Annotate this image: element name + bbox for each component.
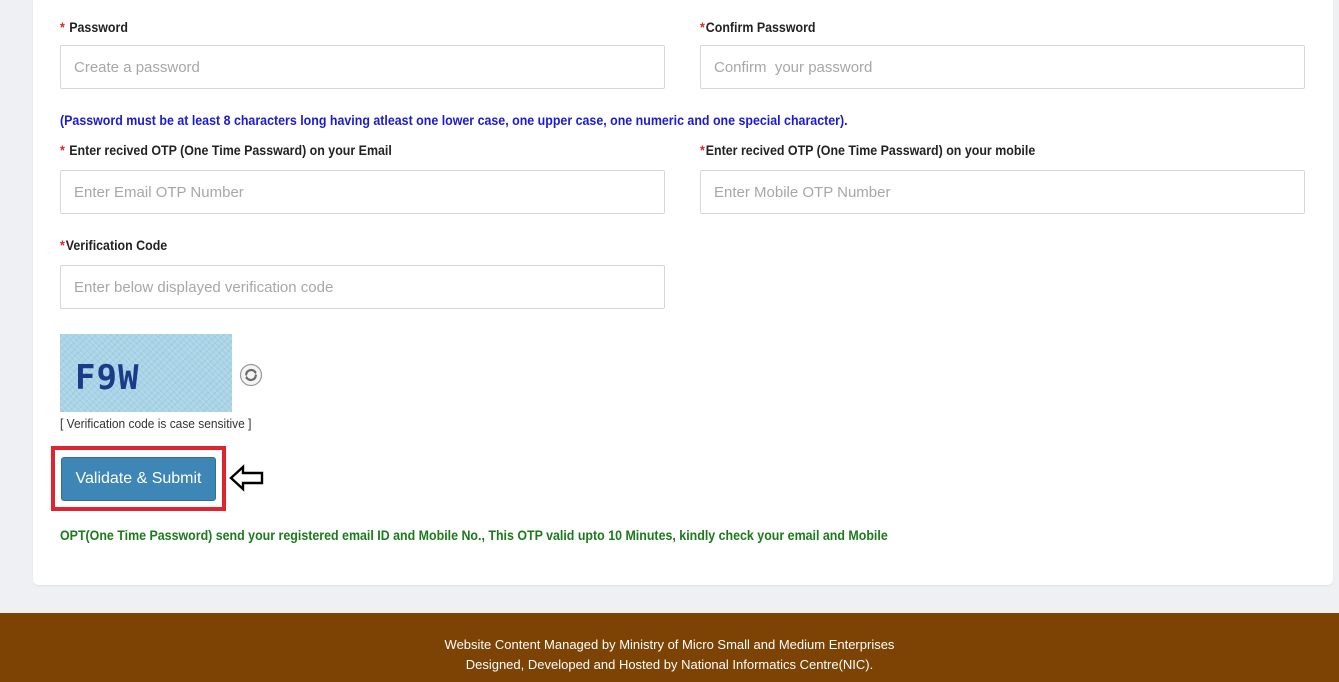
required-mark: * xyxy=(700,143,705,158)
required-mark: * xyxy=(60,238,65,253)
email-otp-label: * Enter recived OTP (One Time Passward) … xyxy=(60,143,392,158)
verification-code-input[interactable] xyxy=(60,265,665,309)
confirm-password-label: *Confirm Password xyxy=(700,20,816,35)
validate-submit-button[interactable]: Validate & Submit xyxy=(61,457,216,501)
captcha-case-sensitive-note: [ Verification code is case sensitive ] xyxy=(60,416,252,431)
password-label-text: Password xyxy=(69,20,128,35)
verification-code-label-text: Verification Code xyxy=(65,238,168,253)
mobile-otp-label-text: Enter recived OTP (One Time Passward) on… xyxy=(705,143,1036,158)
required-mark: * xyxy=(700,20,705,35)
captcha-text: F9W xyxy=(75,358,140,398)
otp-validity-note: OPT(One Time Password) send your registe… xyxy=(60,528,888,543)
footer-content-managed: Website Content Managed by Ministry of M… xyxy=(444,637,895,652)
required-mark: * xyxy=(60,20,65,35)
confirm-password-input[interactable] xyxy=(700,45,1305,89)
mobile-otp-input[interactable] xyxy=(700,170,1305,214)
password-requirements-hint: (Password must be at least 8 characters … xyxy=(60,113,848,128)
verification-code-label: *Verification Code xyxy=(60,238,167,253)
left-arrow-icon xyxy=(229,464,264,492)
footer-developed-by: Designed, Developed and Hosted by Nation… xyxy=(465,657,874,672)
mobile-otp-label: *Enter recived OTP (One Time Passward) o… xyxy=(700,143,1035,158)
email-otp-input[interactable] xyxy=(60,170,665,214)
refresh-icon[interactable] xyxy=(239,363,263,387)
email-otp-label-text: Enter recived OTP (One Time Passward) on… xyxy=(69,143,392,158)
confirm-password-label-text: Confirm Password xyxy=(705,20,816,35)
required-mark: * xyxy=(60,143,65,158)
password-input[interactable] xyxy=(60,45,665,89)
site-footer: Website Content Managed by Ministry of M… xyxy=(0,613,1339,682)
password-label: * Password xyxy=(60,20,128,35)
captcha-image: F9W xyxy=(60,334,232,412)
